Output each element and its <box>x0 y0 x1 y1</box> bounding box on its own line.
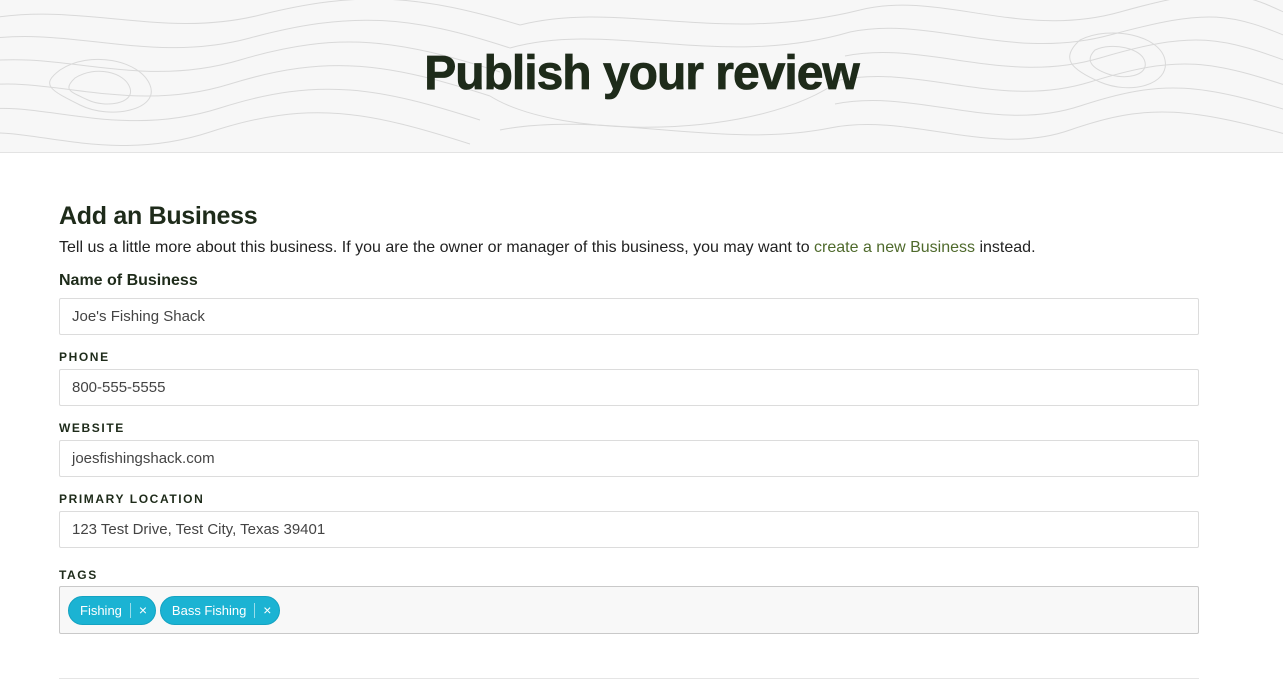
tag-chip: Bass Fishing × <box>159 595 281 625</box>
location-label: PRIMARY LOCATION <box>59 492 205 506</box>
tag-chip: Fishing × <box>68 595 156 625</box>
section-divider <box>59 678 1199 679</box>
section-title: Add an Business <box>59 202 258 230</box>
create-business-link[interactable]: create a new Business <box>814 239 975 256</box>
business-form: Add an Business Tell us a little more ab… <box>59 200 1199 634</box>
page-title: Publish your review <box>424 47 860 101</box>
tags-label: TAGS <box>59 568 98 582</box>
website-label: WEBSITE <box>59 421 125 435</box>
intro-text: Tell us a little more about this busines… <box>59 239 815 256</box>
section-intro: Tell us a little more about this busines… <box>59 237 1199 259</box>
name-label: Name of Business <box>59 272 198 289</box>
tags-input[interactable]: Fishing × Bass Fishing × <box>59 586 1199 634</box>
website-input[interactable]: joesfishingshack.com <box>59 440 1199 477</box>
tag-label: Bass Fishing <box>171 602 247 618</box>
phone-input[interactable]: 800-555-5555 <box>59 369 1199 406</box>
intro-text-end: instead. <box>975 239 1036 256</box>
page-hero: Publish your review <box>0 0 1283 153</box>
remove-tag-icon[interactable]: × <box>255 597 279 624</box>
remove-tag-icon[interactable]: × <box>131 597 155 624</box>
business-name-input[interactable]: Joe's Fishing Shack <box>59 298 1199 335</box>
location-input[interactable]: 123 Test Drive, Test City, Texas 39401 <box>59 511 1199 548</box>
phone-label: PHONE <box>59 350 110 364</box>
tag-label: Fishing <box>80 602 122 618</box>
